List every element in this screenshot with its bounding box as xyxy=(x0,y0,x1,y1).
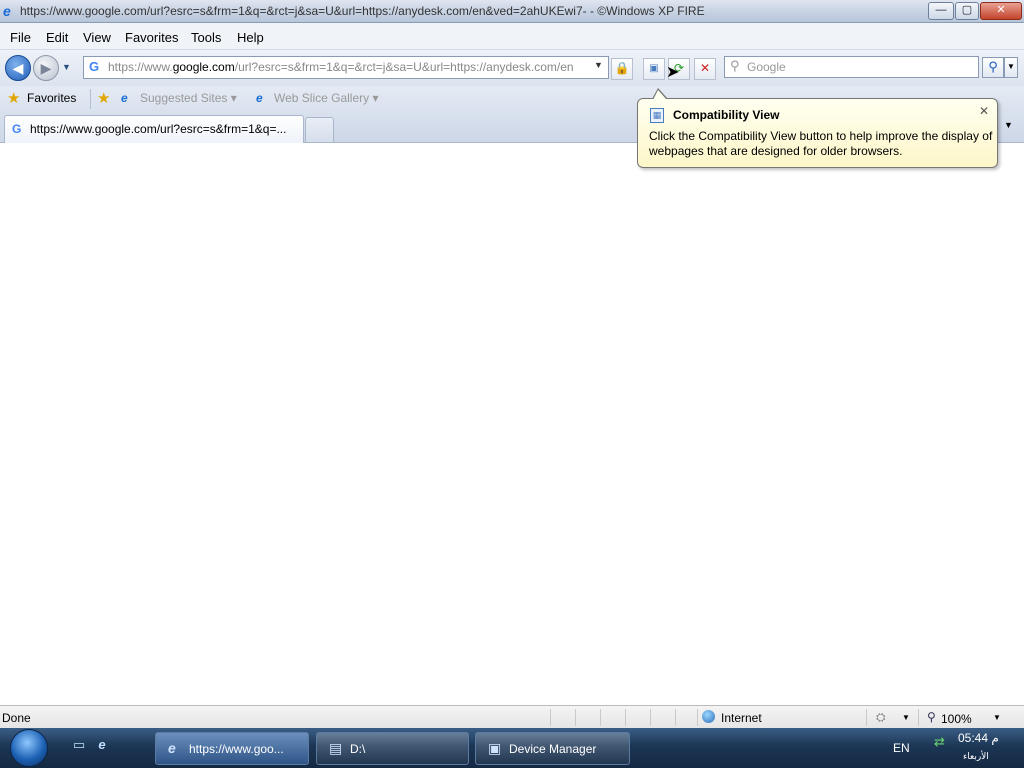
google-favicon-icon: G xyxy=(12,122,22,136)
clock-day[interactable]: الأربعاء xyxy=(963,751,989,762)
ie-quicklaunch-icon[interactable]: e xyxy=(94,737,110,753)
status-divider xyxy=(650,709,651,726)
tab-google[interactable]: G https://www.google.com/url?esrc=s&frm=… xyxy=(4,115,304,143)
status-divider xyxy=(625,709,626,726)
taskbar-item-label: https://www.goo... xyxy=(189,742,284,756)
navigation-bar: ◀ ▶ ▼ G https://www.google.com/url?esrc=… xyxy=(0,50,1024,86)
protected-mode-icon[interactable]: ⛭ xyxy=(876,710,886,725)
status-divider xyxy=(918,709,919,726)
add-to-favorites-icon[interactable]: ★ xyxy=(97,89,110,107)
taskbar-item-label: D:\ xyxy=(350,742,366,756)
tools-dropdown-icon[interactable]: ▼ xyxy=(1004,120,1013,130)
globe-icon xyxy=(702,710,715,723)
status-divider xyxy=(550,709,551,726)
tab-title: https://www.google.com/url?esrc=s&frm=1&… xyxy=(30,122,287,136)
taskbar-item-label: Device Manager xyxy=(509,742,597,756)
show-desktop-icon[interactable]: ▭ xyxy=(71,737,87,753)
maximize-button[interactable]: ▢ xyxy=(955,2,979,20)
status-divider xyxy=(866,709,867,726)
menu-help[interactable]: Help xyxy=(237,30,264,45)
back-button[interactable]: ◀ xyxy=(5,55,31,81)
url-path: /url?esrc=s&frm=1&q=&rct=j&sa=U&url=http… xyxy=(234,60,574,74)
web-slice-gallery-link[interactable]: Web Slice Gallery ▾ xyxy=(274,91,379,105)
ie-page-icon: e xyxy=(256,91,263,105)
search-button[interactable]: ⚲ xyxy=(982,57,1004,78)
address-dropdown-icon[interactable]: ▼ xyxy=(594,60,603,70)
ie-icon: e xyxy=(168,740,176,756)
minimize-button[interactable]: — xyxy=(928,2,954,20)
language-indicator[interactable]: EN xyxy=(893,741,910,755)
compatibility-view-tooltip: ▦ Compatibility View ✕ Click the Compati… xyxy=(637,88,998,168)
tooltip-title: Compatibility View xyxy=(673,108,780,122)
google-favicon-icon: G xyxy=(89,59,100,74)
address-input[interactable]: https://www.google.com/url?esrc=s&frm=1&… xyxy=(108,60,588,74)
ie-logo-icon: e xyxy=(3,3,11,19)
status-divider xyxy=(697,709,698,726)
url-prefix: https://www. xyxy=(108,60,173,74)
search-options-dropdown[interactable]: ▼ xyxy=(1004,57,1018,78)
zoom-dropdown-icon[interactable]: ▼ xyxy=(993,713,1001,722)
stop-button[interactable]: ✕ xyxy=(694,58,716,80)
menu-file[interactable]: File xyxy=(10,30,31,45)
start-button[interactable] xyxy=(10,729,48,767)
window-title: https://www.google.com/url?esrc=s&frm=1&… xyxy=(20,4,705,18)
tooltip-body: Click the Compatibility View button to h… xyxy=(649,129,993,158)
taskbar-item-drive-d[interactable]: ▤ D:\ xyxy=(316,732,469,765)
lock-icon[interactable]: 🔒 xyxy=(611,58,633,80)
taskbar: ▭ e e https://www.goo... ▤ D:\ ▣ Device … xyxy=(0,728,1024,768)
search-placeholder[interactable]: Google xyxy=(747,60,786,74)
status-divider xyxy=(600,709,601,726)
taskbar-item-device-manager[interactable]: ▣ Device Manager xyxy=(475,732,630,765)
status-bar: Done Internet ⛭ ▼ ⚲ 100% ▼ xyxy=(0,705,1024,729)
menu-bar: File Edit View Favorites Tools Help xyxy=(0,23,1024,50)
zoom-icon[interactable]: ⚲ xyxy=(927,710,936,724)
forward-button[interactable]: ▶ xyxy=(33,55,59,81)
protected-mode-dropdown-icon[interactable]: ▼ xyxy=(902,713,910,722)
magnifier-icon: ⚲ xyxy=(730,58,740,73)
security-zone[interactable]: Internet xyxy=(721,711,762,725)
menu-edit[interactable]: Edit xyxy=(46,30,68,45)
address-bar[interactable]: G https://www.google.com/url?esrc=s&frm=… xyxy=(83,56,609,79)
ie-page-icon: e xyxy=(121,91,128,105)
menu-tools[interactable]: Tools xyxy=(191,30,221,45)
menu-view[interactable]: View xyxy=(83,30,111,45)
close-button[interactable]: ✕ xyxy=(980,2,1022,20)
status-divider xyxy=(675,709,676,726)
clock-time[interactable]: 05:44 م xyxy=(958,731,999,745)
url-host: google.com xyxy=(172,60,235,74)
status-divider xyxy=(575,709,576,726)
menu-favorites[interactable]: Favorites xyxy=(125,30,178,45)
suggested-sites-link[interactable]: Suggested Sites ▾ xyxy=(140,91,237,105)
compatibility-view-icon: ▦ xyxy=(650,108,664,123)
zoom-level[interactable]: 100% xyxy=(941,712,972,726)
favorites-button[interactable]: Favorites xyxy=(27,91,76,105)
favorites-star-icon[interactable]: ★ xyxy=(7,89,20,107)
recent-pages-dropdown-icon[interactable]: ▼ xyxy=(62,62,71,72)
new-tab-button[interactable] xyxy=(305,117,334,143)
page-content xyxy=(0,143,1024,705)
tooltip-close-button[interactable]: ✕ xyxy=(979,104,989,118)
tooltip-tail-inner xyxy=(653,90,667,100)
search-box[interactable]: ⚲ Google xyxy=(724,56,979,78)
drive-icon: ▤ xyxy=(329,740,343,756)
toolbar-divider xyxy=(90,89,91,109)
mouse-cursor-icon: ➤ xyxy=(666,64,680,81)
network-icon[interactable]: ⇄ xyxy=(934,734,945,750)
taskbar-item-ie[interactable]: e https://www.goo... xyxy=(155,732,309,765)
device-manager-icon: ▣ xyxy=(488,740,502,756)
status-text: Done xyxy=(2,711,31,725)
title-bar: e https://www.google.com/url?esrc=s&frm=… xyxy=(0,0,1024,23)
compatibility-view-button[interactable]: ▣ xyxy=(643,58,665,80)
